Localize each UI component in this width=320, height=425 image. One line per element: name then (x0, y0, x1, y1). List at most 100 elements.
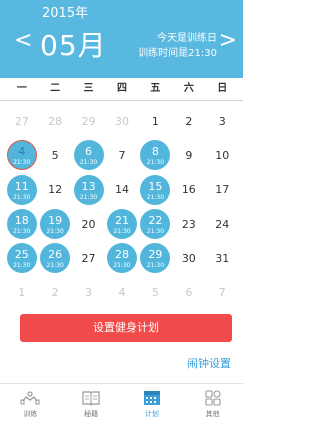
day-number: 27 (81, 251, 96, 265)
calendar-day-other-month[interactable]: 27 (5, 104, 38, 138)
training-time: 21:30 (13, 159, 31, 167)
calendar-day-other-month[interactable]: 6 (172, 275, 205, 309)
day-number: 29 (148, 248, 163, 262)
weekday-label: 三 (83, 83, 94, 94)
calendar-day[interactable]: 24 (206, 207, 239, 241)
day-number: 11 (14, 179, 29, 193)
day-number: 7 (118, 148, 126, 162)
day-number: 28 (48, 114, 63, 128)
calendar-day[interactable]: 9 (172, 138, 205, 172)
day-number: 26 (48, 248, 63, 262)
day-number: 1 (151, 114, 159, 128)
tab-training[interactable]: 训练 (0, 384, 61, 425)
calendar-day-other-month[interactable]: 1 (5, 275, 38, 309)
calendar-day-training[interactable]: 13 21:30 (72, 173, 105, 207)
calendar-day-training[interactable]: 15 21:30 (139, 173, 172, 207)
prev-month-button[interactable]: < (14, 30, 32, 52)
calendar-day-training[interactable]: 26 21:30 (38, 241, 71, 275)
training-time-text: 训练时间是21:30 (138, 48, 217, 59)
calendar-day-training[interactable]: 11 21:30 (5, 173, 38, 207)
day-number: 23 (181, 217, 196, 231)
weekday-label: 五 (150, 83, 161, 94)
day-number: 22 (148, 214, 163, 228)
calendar-day[interactable]: 7 (105, 138, 138, 172)
weekday-label: 六 (183, 83, 194, 94)
calendar-week-row: 11 21:30 12 13 21:30 14 15 21:30 16 17 (5, 173, 239, 207)
calendar-day[interactable]: 5 (38, 138, 71, 172)
day-number: 31 (215, 251, 230, 265)
set-fitness-plan-button[interactable]: 设置健身计划 (20, 314, 232, 342)
calendar-week-row: 18 21:30 19 21:30 20 21 21:30 22 21:30 23 24 (5, 207, 239, 241)
weekday-label: 四 (116, 83, 127, 94)
book-icon (82, 391, 100, 406)
alarm-settings-link[interactable]: 闹钟设置 (187, 355, 231, 371)
calendar-day-training[interactable]: 25 21:30 (5, 241, 38, 275)
calendar-day-other-month[interactable]: 4 (105, 275, 138, 309)
today-training-info: 今天是训练日 训练时间是21:30 (138, 31, 217, 61)
calendar-day-training[interactable]: 28 21:30 (105, 241, 138, 275)
day-number: 17 (215, 183, 230, 197)
day-number: 6 (85, 145, 93, 159)
calendar-day-training[interactable]: 8 21:30 (139, 138, 172, 172)
calendar-day[interactable]: 31 (206, 241, 239, 275)
calendar-day[interactable]: 10 (206, 138, 239, 172)
calendar-day-other-month[interactable]: 2 (38, 275, 71, 309)
calendar-day[interactable]: 2 (172, 104, 205, 138)
tab-plan[interactable]: 计划 (122, 384, 183, 425)
calendar-day-other-month[interactable]: 3 (72, 275, 105, 309)
calendar-day-training[interactable]: 29 21:30 (139, 241, 172, 275)
calendar-day-other-month[interactable]: 7 (206, 275, 239, 309)
calendar-day-training[interactable]: 18 21:30 (5, 207, 38, 241)
calendar-day[interactable]: 17 (206, 173, 239, 207)
day-number: 3 (218, 114, 226, 128)
calendar-day-training[interactable]: 19 21:30 (38, 207, 71, 241)
day-number: 30 (181, 251, 196, 265)
tab-other[interactable]: 其他 (182, 384, 243, 425)
calendar-day[interactable]: 1 (139, 104, 172, 138)
calendar-day[interactable]: 16 (172, 173, 205, 207)
calendar-day[interactable]: 12 (38, 173, 71, 207)
weekday-divider (0, 100, 243, 101)
tab-label: 其他 (205, 410, 220, 418)
next-month-button[interactable]: > (219, 30, 237, 52)
calendar-day[interactable]: 14 (105, 173, 138, 207)
calendar-day[interactable]: 3 (206, 104, 239, 138)
calendar-icon (143, 391, 160, 405)
day-number: 14 (114, 183, 129, 197)
training-time: 21:30 (79, 159, 98, 167)
calendar-day-training[interactable]: 21 21:30 (105, 207, 138, 241)
day-number: 6 (185, 286, 193, 300)
calendar-day[interactable]: 27 (72, 241, 105, 275)
day-number: 10 (215, 148, 230, 162)
month-label: 05月 (40, 29, 107, 62)
calendar-day[interactable]: 20 (72, 207, 105, 241)
day-number: 13 (81, 179, 96, 193)
day-number: 2 (51, 286, 59, 300)
training-time: 21:30 (13, 227, 31, 235)
calendar-day-other-month[interactable]: 30 (105, 104, 138, 138)
day-number: 5 (51, 148, 59, 162)
training-time: 21:30 (146, 193, 165, 201)
training-time: 21:30 (46, 262, 64, 270)
calendar-week-row: 25 21:30 26 21:30 27 28 21:30 29 21:30 30 31 (5, 241, 239, 275)
day-number: 9 (185, 148, 193, 162)
training-time: 21:30 (46, 227, 64, 235)
calendar-day-training[interactable]: 22 21:30 (139, 207, 172, 241)
calendar-day[interactable]: 23 (172, 207, 205, 241)
day-number: 15 (148, 179, 163, 193)
weekday-label: 一 (16, 83, 27, 94)
calendar-day-training[interactable]: 6 21:30 (72, 138, 105, 172)
training-time: 21:30 (79, 193, 98, 201)
tab-tips[interactable]: 秘籍 (61, 384, 122, 425)
calendar-day[interactable]: 30 (172, 241, 205, 275)
weekday-label: 日 (217, 83, 228, 94)
calendar-day-training[interactable]: 4 21:30 (5, 138, 38, 172)
calendar-week-row: 4 21:30 5 6 21:30 7 8 21:30 9 10 (5, 138, 239, 172)
calendar-day-other-month[interactable]: 28 (38, 104, 71, 138)
calendar-day-other-month[interactable]: 5 (139, 275, 172, 309)
calendar-header: 2015年 < 05月 今天是训练日 训练时间是21:30 > (0, 0, 243, 78)
calendar-week-row: 1 2 3 4 5 6 7 (5, 275, 239, 309)
calendar-day-other-month[interactable]: 29 (72, 104, 105, 138)
weekday-label: 二 (50, 83, 61, 94)
day-number: 3 (85, 286, 93, 300)
